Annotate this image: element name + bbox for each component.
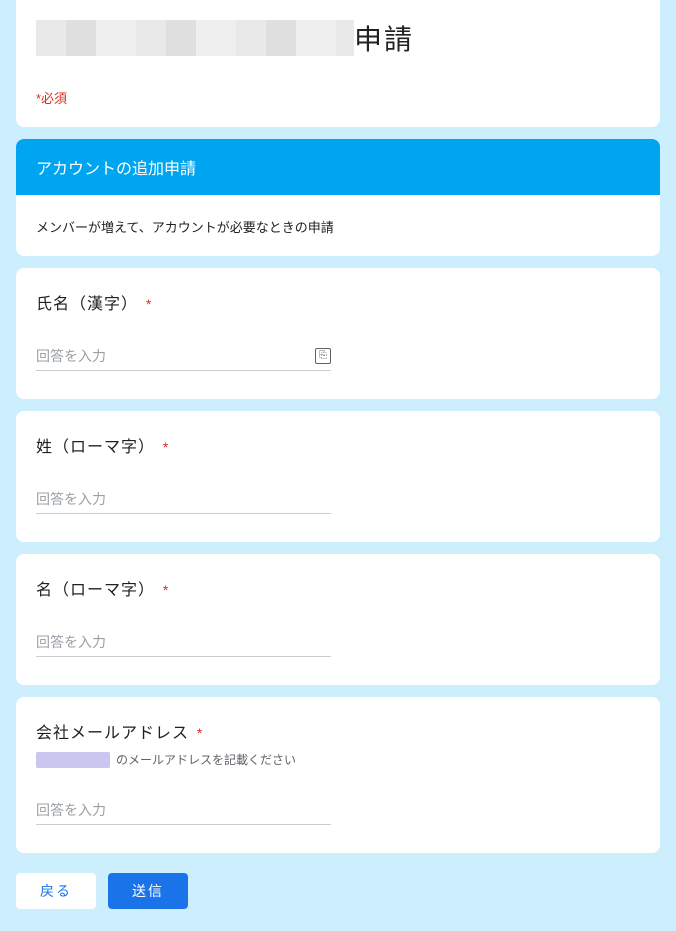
question-description-text: のメールアドレスを記載ください <box>116 751 296 768</box>
required-mark: * <box>163 439 168 455</box>
question-label: 氏名（漢字） <box>36 296 138 313</box>
section-card: アカウントの追加申請 メンバーが増えて、アカウントが必要なときの申請 <box>16 139 660 256</box>
section-description: メンバーが増えて、アカウントが必要なときの申請 <box>16 195 660 256</box>
input-row <box>36 628 331 657</box>
question-firstname-romaji: 名（ローマ字） * <box>16 554 660 685</box>
required-note: *必須 <box>36 88 640 107</box>
redacted-domain <box>36 752 110 768</box>
section-title: アカウントの追加申請 <box>16 139 660 195</box>
required-mark: * <box>197 725 202 741</box>
question-label: 会社メールアドレス <box>36 725 189 742</box>
autofill-icon[interactable]: ⎘ <box>315 348 331 364</box>
back-button[interactable]: 戻る <box>16 873 96 909</box>
form-title-row: 申請 <box>36 18 640 58</box>
input-row <box>36 796 331 825</box>
question-name-kanji: 氏名（漢字） * ⎘ <box>16 268 660 399</box>
name-kanji-input[interactable] <box>36 342 309 370</box>
question-label: 名（ローマ字） <box>36 582 155 599</box>
question-lastname-romaji: 姓（ローマ字） * <box>16 411 660 542</box>
lastname-romaji-input[interactable] <box>36 485 331 513</box>
input-row <box>36 485 331 514</box>
redacted-title-prefix <box>36 20 354 56</box>
form-title: 申請 <box>354 18 414 58</box>
question-company-email: 会社メールアドレス * のメールアドレスを記載ください <box>16 697 660 853</box>
company-email-input[interactable] <box>36 796 331 824</box>
firstname-romaji-input[interactable] <box>36 628 331 656</box>
button-row: 戻る 送信 <box>16 873 660 909</box>
question-label: 姓（ローマ字） <box>36 439 155 456</box>
form-header: 申請 *必須 <box>16 0 660 127</box>
required-mark: * <box>163 582 168 598</box>
input-row: ⎘ <box>36 342 331 371</box>
required-mark: * <box>146 296 151 312</box>
submit-button[interactable]: 送信 <box>108 873 188 909</box>
question-description: のメールアドレスを記載ください <box>36 751 640 768</box>
